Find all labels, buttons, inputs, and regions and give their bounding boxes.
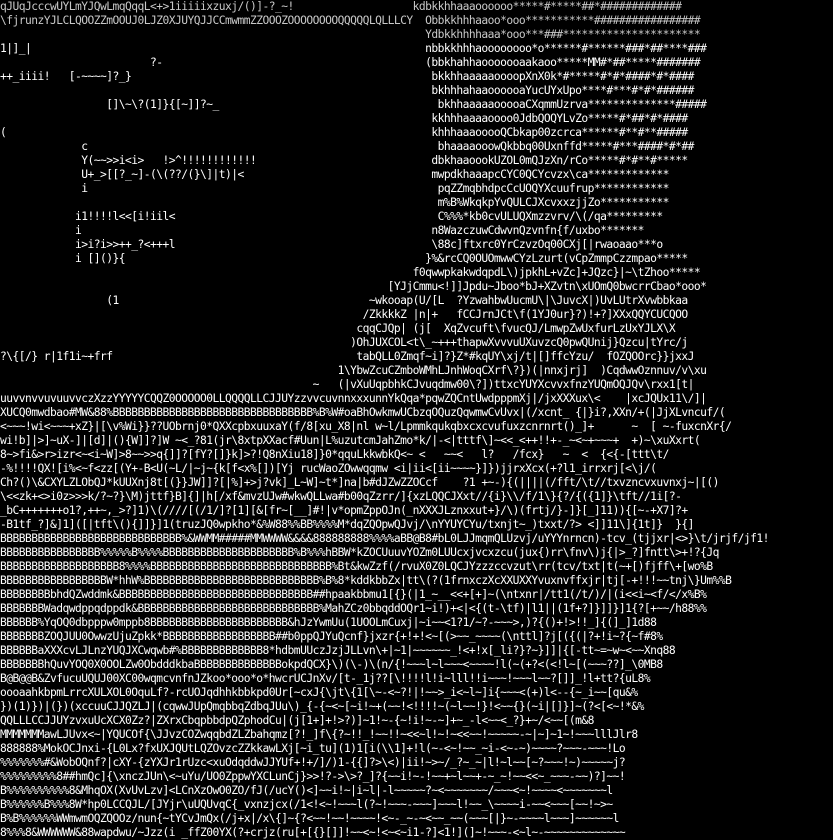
- ascii-line: i pqZZmqbhdpcCcUOQYXcuufrup************: [0, 182, 669, 195]
- ascii-line: })(1)})|(})(xccuuCJJQZLJ|(cqwwJUpQmqbbqZ…: [0, 700, 644, 713]
- ascii-line: [YJjCmmu<!]]Jpdu~Jboo*bJ+XZvtn\xUOmQ0bwc…: [0, 280, 707, 293]
- ascii-line: <~~~!wi<~~~+xZ}|[\v%Wi}}??UObrnj0*QXXcpb…: [0, 420, 732, 433]
- ascii-line: ~ (|vXuUqpbhkCJvuqdmw00\?])ttxcYUYXcvvxf…: [0, 378, 695, 391]
- ascii-line: uuvvnvvuvuuvvczXzzYYYYYCQQZ0OOOOO0LLQQQQ…: [0, 392, 707, 405]
- ascii-line: oooaahkbpmLrrcXULXOL0OquLf?-rcUOJqdhhkbb…: [0, 686, 638, 699]
- ascii-line: ?- (bbkhahhaooooooaakaoo*****MM#*##*****…: [0, 56, 701, 69]
- ascii-line: Y(~~>>i<i> !>^!!!!!!!!!!!! dbkhaaoookUZO…: [0, 154, 688, 167]
- ascii-line: Ch?()\&CXYLZLObQJ*kUUXnj8t[(}}JW]]?[|%]+…: [0, 476, 719, 489]
- ascii-line: BBBBBBBBBBBBBBBBBW*hhW%BBBBBBBBBBBBBBBBB…: [0, 574, 732, 587]
- ascii-line: f0qwwpkakwdqpdL\)jpkhL+vZc]+JQzc}|~\tZho…: [0, 266, 701, 279]
- ascii-line: %%%%%%%#&WobOQnf?|cXY-{zYXJr1rUzc<xuOdqd…: [0, 756, 626, 769]
- ascii-line: %%%%%%%%%8##hmQc]{\xnczJUn\<~uYu/UO0Zppw…: [0, 770, 626, 783]
- ascii-line: B%%%%%%%%%%8&MhqOX(XvUvLzv]<LCnXzOwO0ZO/…: [0, 784, 613, 797]
- ascii-line: -%!!!!QX![i%<~f<zz[(Y+-B<U(~L/|~j~{k[f<x…: [0, 462, 657, 475]
- ascii-line: _bC+++++++o1?,++~,_>?]1)\(////[(/1/]?[1]…: [0, 504, 688, 517]
- ascii-art-canvas: qJUqJcccwUYLmYJQwLmqQqqL<+>1iiiiixzuxj/(…: [0, 0, 833, 840]
- ascii-line: 8%%%8&WWWWWW&88wapdwu/~Jzz(i _ffZ00YX(?+…: [0, 826, 626, 839]
- ascii-line: wi!b]|>]~uX-]|[d]|(){W]]?]W ~<_?81(jr\8x…: [0, 434, 701, 447]
- ascii-line: )OhJUXCOL<t\_~+++thapwXvvvuUXuvzcQ0pwQUn…: [0, 336, 688, 349]
- ascii-line: BBBBBBBBBBBBBBBBBBBBBBBBBBBBB%&WWMM#####…: [0, 532, 769, 545]
- ascii-line: BBBBBBaXXXcvLJLnzYUQJXCwqwb#%BBBBBBBBBBB…: [0, 644, 676, 657]
- ascii-line: \fjrunzYJLCLQOOZZmOOUJ0LJZ0XJUYQJJCCmwmm…: [0, 14, 701, 27]
- ascii-line: []\~\?(1]}{[~]]?~_ bkhhaaaaaooooaCXqmmUz…: [0, 98, 707, 111]
- ascii-line: cqqCJQp| (j[ XqZvcuft\fvucQJ/LmwpZwUxfur…: [0, 322, 676, 335]
- ascii-line: bkhhhahaaoooooaYucUYxUpo****#***#*#*####…: [0, 84, 694, 97]
- ascii-line: 8~>fi&>r>izr<~<i~W]>8~~>>q{]]?[fY?[]}k]>…: [0, 448, 669, 461]
- ascii-line: c bhaaaaooowQkbbq00Uxnffd*****#***####*#…: [0, 140, 694, 153]
- ascii-line: \<<zk+<>i0z>>>k/?~?}\M)jttf}B]{]|h[/xf&m…: [0, 490, 682, 503]
- ascii-line: MMMMMMMawLJUvx<~|YQUCOf{\JJvzCOZwqqbdZLZ…: [0, 728, 638, 741]
- ascii-line: BBBBBBBBBBBBBBBBBBB8%%%%BBBBBBBBBBBBBBBB…: [0, 560, 713, 573]
- ascii-line: Ydbkkhhhhaaa*ooo***###******************…: [0, 28, 701, 41]
- ascii-line: 1\YbwZcuCZmboWMhLJnhWoqCXrf\?})(|nnxjrj]…: [0, 364, 707, 377]
- ascii-line: i n8WazczuwCdwvnQzvnfn{f/uxbo*******: [0, 224, 644, 237]
- ascii-line: BBBBBB%YqOQ0dbpppw0mppb8BBBBBBBBBBBBBBBB…: [0, 616, 657, 629]
- ascii-line: ( khhhaaaooooQCbkap00zcrca******#**#**##…: [0, 126, 688, 139]
- ascii-line: qJUqJcccwUYLmYJQwLmqQqqL<+>1iiiiixzuxj/(…: [0, 0, 682, 13]
- ascii-line: ++_iiii! [-~~~~]?_} bkkhhaaaaaoooopXnX0k…: [0, 70, 694, 83]
- ascii-line: 888888%MokOCJnxi-{L0Lx?fxUXJQUtLQZOvzcZZ…: [0, 742, 626, 755]
- ascii-line: BBBBBBBhQuvYOQ0X0OOLZw0ObdddkbaBBBBBBBBB…: [0, 658, 663, 671]
- ascii-line: BBBBBBBZOQJUU0OwwzUjuZpkk*BBBBBBBBBBBBBB…: [0, 630, 663, 643]
- ascii-line: QQLLLCCJJUYzvxuUcXCX0Zz?|ZXrxCbqpbbdpQZp…: [0, 714, 594, 727]
- ascii-line: BBBBBBBBbhdQZwddmk&BBBBBBBBBBBBBBBBBBBBB…: [0, 588, 707, 601]
- ascii-line: 1|]_| nbbkkhhhaoooooooo*o******#******##…: [0, 42, 707, 55]
- ascii-line: B%%%%%%B%%%8W*hp0LCCQJL/[JYjr\uUQUvqC{_v…: [0, 798, 613, 811]
- ascii-line: i1!!!!l<<[i!iil< C%%%*kb0cvULUQXmzzvrv/\…: [0, 210, 663, 223]
- ascii-line: -B1tf_?]&]1]([|tft\(){]]}]1(truzJQ0wpkho…: [0, 518, 694, 531]
- ascii-line: (1 ~wkooap(U/[L ?YzwahbwUucmU\|\JuvcX|)U…: [0, 294, 688, 307]
- ascii-line: i>i?i>>++_?<+++l \88c]ftxrc0YrCzvzOq00CX…: [0, 238, 663, 251]
- ascii-line: U+_>[[?_~]-(\(??/(}\]|t)|< mwpdkhaaapcCY…: [0, 168, 669, 181]
- ascii-line: ?\{[/} r|1f1i~+frf tabQLL0Zmqf~i]?}Z*#kq…: [0, 350, 694, 363]
- ascii-line: m%B%WkqkpYvQULCJXcvxxzjjZo***********: [0, 196, 670, 209]
- ascii-line: kkhhhaaaaoooo0JdbQOQYLvZo*****#*##*#*###…: [0, 112, 688, 125]
- ascii-line: B%B%%%%%%WWmwmOQZQOOz/nun{~tYCvJmQx(/j+x…: [0, 812, 619, 825]
- ascii-line: BBBBBBBWadqwdppqdppdk&BBBBBBBBBBBBBBBBBB…: [0, 602, 707, 615]
- ascii-line: i []()}{ }%&rcCQ0OUOmwwCYzLzurt(vCpZmmpC…: [0, 252, 688, 265]
- ascii-line: /ZkkkkZ |n|+ fCCJrnJCt\f(1YJ0ur}?)!+?]XX…: [0, 308, 689, 321]
- ascii-line: B@B@@B&ZvfucuUQUJ00XC00wqmcvnfnJZkoo*ooo…: [0, 672, 651, 685]
- ascii-line: BBBBBBBBBBBBBBBB%%%%%B%%%%BBBBBBBBBBBBBB…: [0, 546, 719, 559]
- ascii-line: XUCQ0mwdbao#MW&88%BBBBBBBBBBBBBBBBBBBBBB…: [0, 406, 726, 419]
